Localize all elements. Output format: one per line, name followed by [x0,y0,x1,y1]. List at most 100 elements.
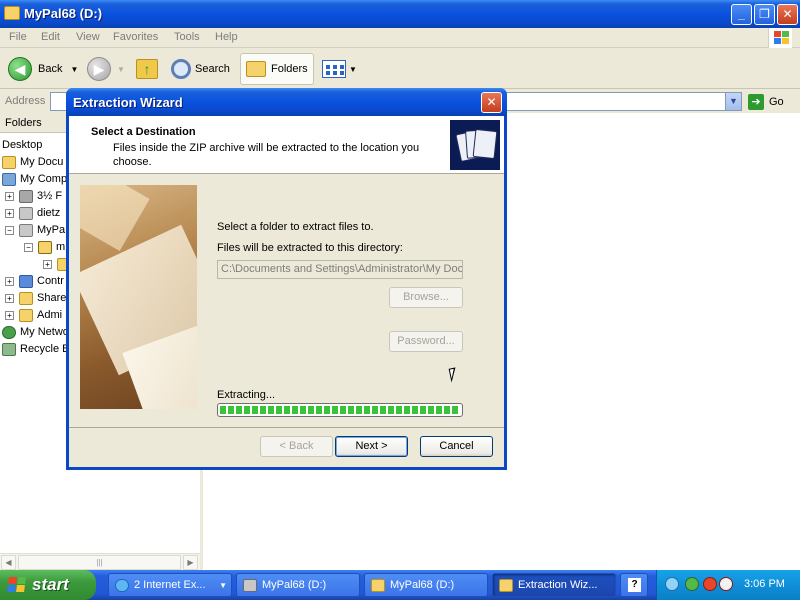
forward-dropdown-icon[interactable]: ▼ [117,65,125,74]
start-button[interactable]: start [0,570,96,600]
task-help[interactable]: ? [620,573,648,597]
dialog-heading: Select a Destination [91,126,196,138]
expand-icon[interactable]: + [5,276,14,286]
zip-folder-icon [499,578,513,592]
my-documents-icon [2,155,16,169]
menu-file[interactable]: File [9,31,27,43]
computer-icon [2,172,16,186]
help-icon: ? [628,578,641,592]
task-mypal68-1[interactable]: MyPal68 (D:) [236,573,360,597]
scroll-left-icon[interactable]: ◀ [1,555,16,570]
tree-item-shared[interactable]: + Share [5,290,66,306]
menu-edit[interactable]: Edit [41,31,60,43]
expand-icon[interactable]: + [5,208,14,218]
network-tray-icon[interactable] [665,577,679,591]
address-dropdown-icon[interactable]: ▼ [725,93,741,110]
folder-icon [371,578,385,592]
task-mypal68-2[interactable]: MyPal68 (D:) [364,573,488,597]
start-label: start [32,575,69,594]
views-dropdown-icon[interactable]: ▼ [349,65,357,74]
menu-favorites[interactable]: Favorites [113,31,158,43]
up-folder-icon: ↑ [136,59,158,79]
tree-item-mypal[interactable]: − MyPa [5,222,65,238]
standard-toolbar: ◀ Back ▼ ▶ ▼ ↑ Search Folders ▼ [0,49,800,89]
collapse-icon[interactable]: − [24,242,33,252]
forward-arrow-icon: ▶ [87,57,111,81]
tree-item-control-panel[interactable]: + Contr [5,273,64,289]
up-folder-button[interactable]: ↑ [136,53,158,85]
cancel-button[interactable]: Cancel [420,436,493,457]
folders-label: Folders [271,63,308,75]
tree-item-dietz[interactable]: + dietz [5,205,60,221]
menu-tools[interactable]: Tools [174,31,200,43]
select-folder-label: Select a folder to extract files to. [217,221,374,233]
collapse-icon[interactable]: − [5,225,14,235]
password-button[interactable]: Password... [389,331,463,352]
dialog-divider [69,427,504,428]
views-button[interactable]: ▼ [322,53,357,85]
extraction-wizard-dialog: Extraction Wizard ✕ Select a Destination… [66,88,507,470]
folders-horizontal-scrollbar[interactable]: ◀ ||| ▶ [0,553,200,570]
expand-icon[interactable]: + [5,310,14,320]
recycle-bin-icon [2,342,16,356]
forward-button[interactable]: ▶ ▼ [87,53,125,85]
floppy-drive-icon [19,189,33,203]
extracting-label: Extracting... [217,389,276,401]
search-button[interactable]: Search [171,53,230,85]
scroll-thumb[interactable]: ||| [18,555,181,570]
expand-icon[interactable]: + [43,259,52,269]
dialog-header: Select a Destination Files inside the ZI… [69,116,504,174]
directory-label: Files will be extracted to this director… [217,242,403,254]
task-extraction-wizard[interactable]: Extraction Wiz... [492,573,616,597]
tree-item-my-network[interactable]: My Netwo [2,324,69,340]
dialog-titlebar[interactable]: Extraction Wizard ✕ [66,88,507,116]
menu-help[interactable]: Help [215,31,238,43]
tree-item-floppy[interactable]: + 3½ F [5,188,62,204]
update-tray-icon[interactable] [685,577,699,591]
back-arrow-icon: ◀ [8,57,32,81]
tree-item-desktop[interactable]: Desktop [2,137,42,153]
menu-view[interactable]: View [76,31,100,43]
tree-item-admin[interactable]: + Admi [5,307,62,323]
views-icon [322,60,346,78]
windows-logo-icon [7,577,27,593]
expand-icon[interactable]: + [5,293,14,303]
folder-icon [19,308,33,322]
dialog-close-button[interactable]: ✕ [481,92,502,113]
network-icon [2,325,16,339]
scroll-right-icon[interactable]: ▶ [183,555,198,570]
maximize-button[interactable]: ❐ [754,4,775,25]
drive-icon [19,206,33,220]
drive-icon [19,223,33,237]
expand-icon[interactable]: + [5,191,14,201]
minimize-button[interactable]: _ [731,4,752,25]
go-label: Go [769,95,784,108]
zip-folder-icon [38,240,52,254]
internet-explorer-icon [115,578,129,592]
next-button[interactable]: Next > [335,436,408,457]
tree-item-my-computer[interactable]: My Comp [2,171,67,187]
folders-button[interactable]: Folders [240,53,314,85]
zip-folder-wizard-icon [450,120,500,170]
taskbar-clock: 3:06 PM [744,578,785,590]
alert-tray-icon[interactable] [719,577,733,591]
task-group-dropdown-icon[interactable]: ▼ [219,581,227,590]
folders-pane-title: Folders [5,117,42,129]
tree-item-my-documents[interactable]: My Docu [2,154,63,170]
task-internet-explorer[interactable]: 2 Internet Ex... ▼ [108,573,232,597]
back-button[interactable]: ◀ Back ▼ [8,53,78,85]
windows-flag-icon [768,28,792,48]
dialog-title: Extraction Wizard [73,95,183,110]
browse-button[interactable]: Browse... [389,287,463,308]
wizard-banner-image [80,185,197,409]
security-shield-icon[interactable] [703,577,717,591]
window-titlebar[interactable]: MyPal68 (D:) _ ❐ ✕ [0,0,800,28]
go-button[interactable]: ➔ Go [748,92,798,111]
dialog-subheading: Files inside the ZIP archive will be ext… [113,142,420,168]
back-button[interactable]: < Back [260,436,333,457]
destination-path-input[interactable]: C:\Documents and Settings\Administrator\… [217,260,463,279]
close-button[interactable]: ✕ [777,4,798,25]
tree-item-recycle-bin[interactable]: Recycle B [2,341,70,357]
back-dropdown-icon[interactable]: ▼ [70,65,78,74]
tree-item-m[interactable]: − m [24,239,65,255]
